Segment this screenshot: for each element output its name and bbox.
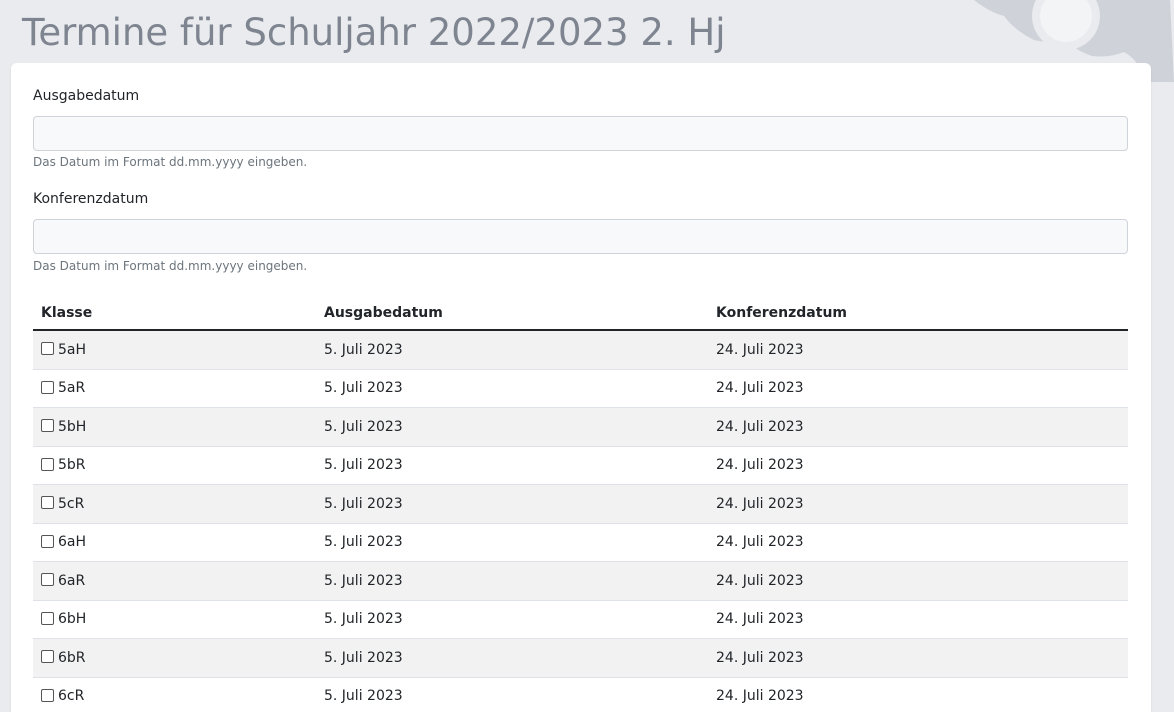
table-row: 5bR 5. Juli 2023 24. Juli 2023 [33, 447, 1128, 485]
klasse-label: 6bR [58, 649, 86, 666]
klasse-cell: 6aH [33, 534, 316, 550]
klasse-cell: 5bH [33, 419, 316, 435]
konferenzdatum-cell: 24. Juli 2023 [716, 418, 804, 435]
klasse-label: 5aH [58, 341, 87, 358]
row-checkbox[interactable] [41, 650, 54, 664]
ausgabedatum-cell: 5. Juli 2023 [324, 495, 403, 512]
konferenzdatum-cell: 24. Juli 2023 [716, 649, 804, 666]
table-header: Klasse Ausgabedatum Konferenzdatum [33, 296, 1128, 331]
table-row: 5aR 5. Juli 2023 24. Juli 2023 [33, 370, 1128, 408]
konferenzdatum-cell: 24. Juli 2023 [716, 688, 804, 705]
ausgabedatum-cell: 5. Juli 2023 [324, 418, 403, 435]
ausgabedatum-help: Das Datum im Format dd.mm.yyyy eingeben. [33, 155, 308, 169]
ausgabedatum-cell: 5. Juli 2023 [324, 611, 403, 628]
table-row: 5aH 5. Juli 2023 24. Juli 2023 [33, 331, 1128, 370]
konferenzdatum-cell: 24. Juli 2023 [716, 572, 804, 589]
row-checkbox[interactable] [41, 496, 54, 510]
klasse-label: 5bR [58, 457, 86, 474]
header-klasse: Klasse [41, 304, 93, 321]
row-checkbox[interactable] [41, 380, 54, 394]
ausgabedatum-cell: 5. Juli 2023 [324, 534, 403, 551]
row-checkbox[interactable] [41, 573, 54, 587]
row-checkbox[interactable] [41, 457, 54, 471]
klasse-label: 6aR [58, 572, 86, 589]
ausgabedatum-cell: 5. Juli 2023 [324, 380, 403, 397]
page-title: Termine für Schuljahr 2022/2023 2. Hj [22, 11, 726, 54]
row-checkbox[interactable] [41, 342, 54, 356]
table-row: 5bH 5. Juli 2023 24. Juli 2023 [33, 408, 1128, 447]
ausgabedatum-input[interactable] [33, 116, 1128, 151]
ausgabedatum-cell: 5. Juli 2023 [324, 457, 403, 474]
header-konferenzdatum: Konferenzdatum [716, 304, 848, 321]
klasse-label: 6aH [58, 534, 87, 551]
row-checkbox[interactable] [41, 534, 54, 548]
termine-table: Klasse Ausgabedatum Konferenzdatum 5aH 5.… [33, 296, 1128, 712]
klasse-label: 6cR [58, 688, 85, 705]
table-row: 6bH 5. Juli 2023 24. Juli 2023 [33, 601, 1128, 639]
klasse-cell: 5bR [33, 457, 316, 473]
form-card: Ausgabedatum Das Datum im Format dd.mm.y… [11, 63, 1151, 712]
klasse-cell: 5cR [33, 496, 316, 512]
table-row: 6aH 5. Juli 2023 24. Juli 2023 [33, 524, 1128, 562]
table-body: 5aH 5. Juli 2023 24. Juli 2023 5aR 5. Juli 2… [33, 331, 1128, 712]
ausgabedatum-cell: 5. Juli 2023 [324, 649, 403, 666]
konferenzdatum-help: Das Datum im Format dd.mm.yyyy eingeben. [33, 259, 308, 273]
klasse-cell: 6cR [33, 688, 316, 704]
konferenzdatum-cell: 24. Juli 2023 [716, 534, 804, 551]
ausgabedatum-cell: 5. Juli 2023 [324, 688, 403, 705]
table-row: 6bR 5. Juli 2023 24. Juli 2023 [33, 639, 1128, 678]
konferenzdatum-cell: 24. Juli 2023 [716, 457, 804, 474]
klasse-label: 5bH [58, 418, 87, 435]
konferenzdatum-cell: 24. Juli 2023 [716, 611, 804, 628]
klasse-cell: 5aH [33, 342, 316, 358]
konferenzdatum-cell: 24. Juli 2023 [716, 380, 804, 397]
klasse-cell: 6aR [33, 573, 316, 589]
klasse-label: 5cR [58, 495, 85, 512]
klasse-label: 6bH [58, 611, 87, 628]
table-row: 5cR 5. Juli 2023 24. Juli 2023 [33, 485, 1128, 524]
klasse-cell: 5aR [33, 380, 316, 396]
row-checkbox[interactable] [41, 419, 54, 433]
konferenzdatum-input[interactable] [33, 219, 1128, 254]
table-row: 6aR 5. Juli 2023 24. Juli 2023 [33, 562, 1128, 601]
klasse-cell: 6bR [33, 650, 316, 666]
ausgabedatum-label: Ausgabedatum [33, 88, 140, 104]
row-checkbox[interactable] [41, 688, 54, 702]
konferenzdatum-cell: 24. Juli 2023 [716, 341, 804, 358]
header-ausgabedatum: Ausgabedatum [324, 304, 443, 321]
konferenzdatum-cell: 24. Juli 2023 [716, 495, 804, 512]
konferenzdatum-label: Konferenzdatum [33, 191, 149, 207]
ausgabedatum-cell: 5. Juli 2023 [324, 341, 403, 358]
row-checkbox[interactable] [41, 611, 54, 625]
klasse-label: 5aR [58, 380, 86, 397]
table-row: 6cR 5. Juli 2023 24. Juli 2023 [33, 678, 1128, 712]
ausgabedatum-cell: 5. Juli 2023 [324, 572, 403, 589]
klasse-cell: 6bH [33, 611, 316, 627]
